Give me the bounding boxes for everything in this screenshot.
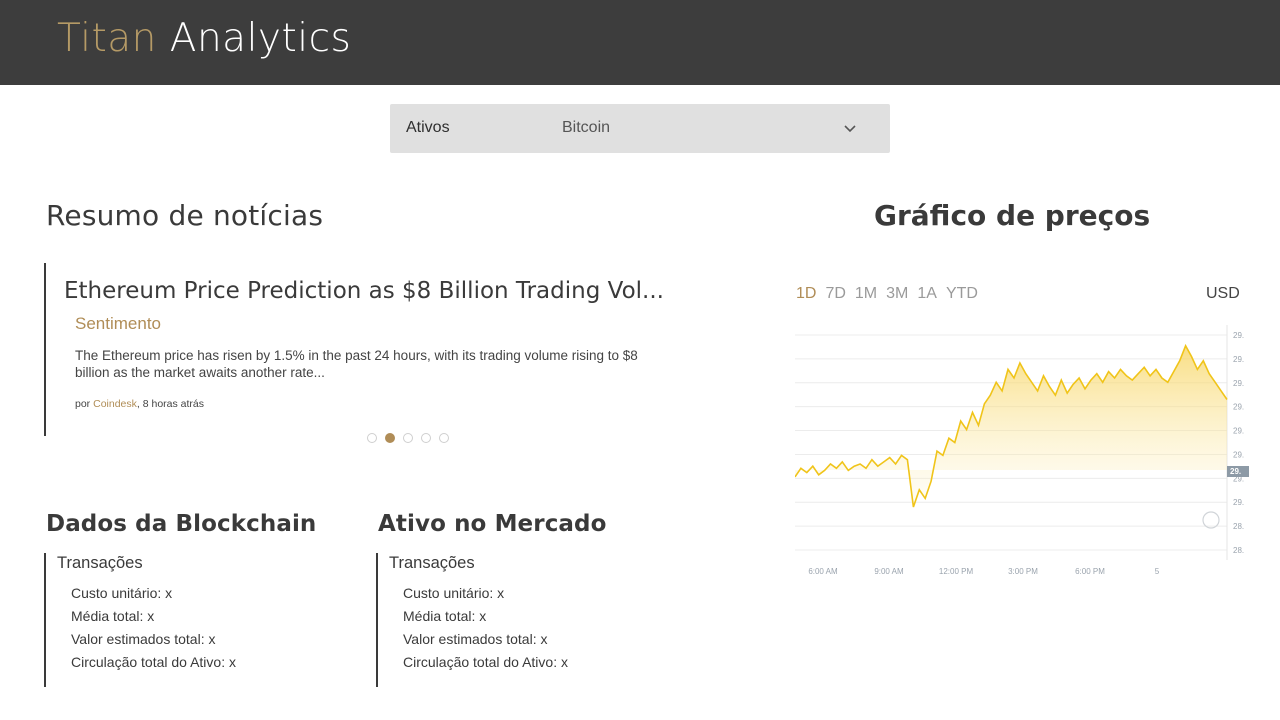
brand-name-analytics: Analytics	[169, 16, 352, 61]
watermark-icon	[1202, 511, 1220, 529]
range-selector: 1D 7D 1M 3M 1A YTD	[796, 285, 978, 303]
x-tick-label: 3:00 PM	[1008, 567, 1038, 576]
price-chart[interactable]: 29. 29. 29. 29. 29. 29. 29. 29. 28. 28. 29. 6:00 AM…	[794, 325, 1250, 580]
blockchain-panel: Transações Custo unitário: x Média total…	[44, 553, 344, 687]
asset-select-value: Bitcoin	[562, 119, 611, 136]
blockchain-row: Valor estimados total: x	[71, 631, 216, 647]
x-tick-label: 5	[1155, 567, 1160, 576]
news-section-title: Resumo de notícias	[46, 199, 324, 232]
market-row: Média total: x	[403, 608, 487, 624]
price-chart-title: Gráfico de preços	[874, 199, 1151, 232]
pagination-dot[interactable]	[367, 433, 377, 443]
asset-select[interactable]: Ativos Bitcoin	[390, 104, 890, 153]
y-tick-label: 29.	[1233, 450, 1244, 459]
brand-logo[interactable]: Titan Analytics	[57, 16, 351, 61]
blockchain-title: Dados da Blockchain	[46, 511, 317, 537]
news-summary: The Ethereum price has risen by 1.5% in …	[75, 348, 638, 380]
pagination-dot[interactable]	[439, 433, 449, 443]
x-tick-label: 6:00 PM	[1075, 567, 1105, 576]
blockchain-row: Circulação total do Ativo: x	[71, 654, 236, 670]
y-tick-label: 29.	[1233, 427, 1244, 436]
y-tick-label: 29.	[1233, 379, 1244, 388]
news-card[interactable]: Ethereum Price Prediction as $8 Billion …	[44, 263, 684, 436]
currency-label[interactable]: USD	[1206, 285, 1240, 303]
news-sentiment: Sentimento	[75, 314, 161, 333]
market-row: Circulação total do Ativo: x	[403, 654, 568, 670]
news-source-link[interactable]: Coindesk	[93, 398, 137, 410]
range-7d[interactable]: 7D	[825, 285, 845, 303]
range-1m[interactable]: 1M	[855, 285, 877, 303]
market-title: Ativo no Mercado	[378, 511, 607, 537]
pagination-dot[interactable]	[403, 433, 413, 443]
market-panel: Transações Custo unitário: x Média total…	[376, 553, 676, 687]
x-tick-label: 9:00 AM	[874, 567, 904, 576]
market-row: Custo unitário: x	[403, 585, 505, 601]
blockchain-row: Custo unitário: x	[71, 585, 173, 601]
range-3m[interactable]: 3M	[886, 285, 908, 303]
y-tick-label: 28.	[1233, 522, 1244, 531]
price-chart-svg: 29.29.29.29.29.29.29.29.28.28.29.6:00 AM…	[794, 325, 1249, 576]
blockchain-subtitle: Transações	[57, 554, 143, 572]
blockchain-row: Média total: x	[71, 608, 155, 624]
news-by: por	[75, 398, 91, 410]
market-subtitle: Transações	[389, 554, 475, 572]
pagination-dot[interactable]	[421, 433, 431, 443]
y-tick-label: 29.	[1233, 355, 1244, 364]
news-time: , 8 horas atrás	[136, 398, 205, 410]
news-headline[interactable]: Ethereum Price Prediction as $8 Billion …	[64, 278, 664, 304]
y-tick-label: 29.	[1233, 498, 1244, 507]
brand-name-titan: Titan	[57, 16, 157, 61]
market-row: Valor estimados total: x	[403, 631, 548, 647]
y-tick-label: 29.	[1233, 403, 1244, 412]
range-1a[interactable]: 1A	[917, 285, 937, 303]
y-tick-label: 29.	[1233, 331, 1244, 340]
chevron-down-icon[interactable]	[842, 121, 858, 137]
top-bar: Titan Analytics	[0, 0, 1280, 85]
pagination-dot-active[interactable]	[385, 433, 395, 443]
news-meta: por Coindesk, 8 horas atrás	[75, 398, 204, 410]
price-area-fill	[795, 345, 1227, 507]
x-tick-label: 6:00 AM	[808, 567, 838, 576]
asset-select-label: Ativos	[406, 119, 450, 136]
range-ytd[interactable]: YTD	[946, 285, 978, 303]
x-tick-label: 12:00 PM	[939, 567, 974, 576]
y-tick-label: 28.	[1233, 546, 1244, 555]
range-1d[interactable]: 1D	[796, 285, 816, 303]
current-price-label: 29.	[1230, 467, 1241, 476]
news-pagination	[367, 433, 449, 443]
